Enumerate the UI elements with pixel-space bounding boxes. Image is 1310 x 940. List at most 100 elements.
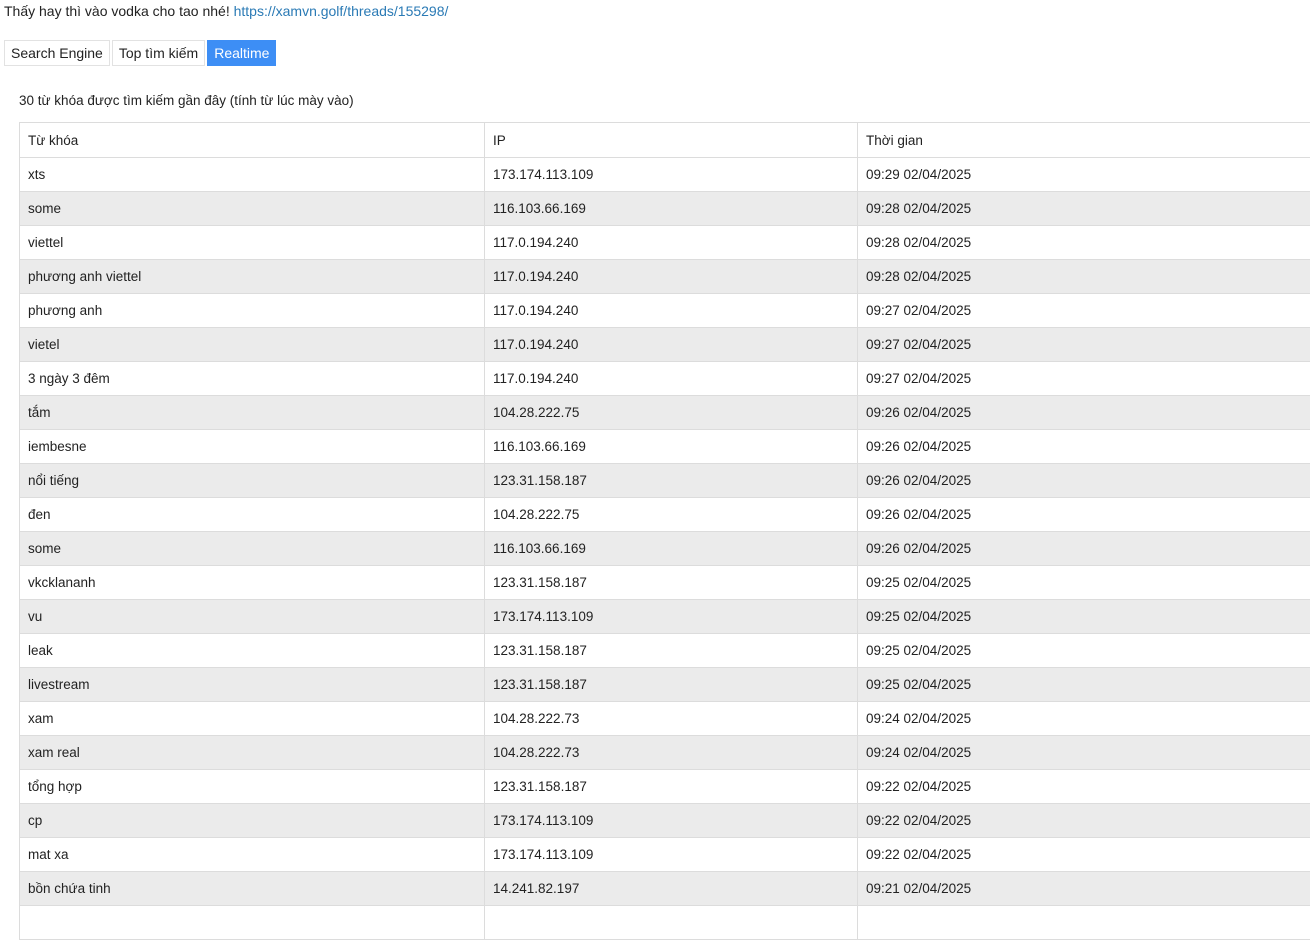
cell-keyword: 3 ngày 3 đêm (20, 362, 485, 396)
cell-ip: 116.103.66.169 (485, 532, 858, 566)
table-row: bồn chứa tinh14.241.82.19709:21 02/04/20… (20, 872, 1310, 906)
table-row: xam104.28.222.7309:24 02/04/2025 (20, 702, 1310, 736)
cell-keyword: phương anh (20, 294, 485, 328)
cell-time: 09:26 02/04/2025 (858, 430, 1310, 464)
table-row: some116.103.66.16909:28 02/04/2025 (20, 192, 1310, 226)
table-row: iembesne116.103.66.16909:26 02/04/2025 (20, 430, 1310, 464)
cell-time: 09:24 02/04/2025 (858, 736, 1310, 770)
cell-time: 09:25 02/04/2025 (858, 600, 1310, 634)
cell-time: 09:21 02/04/2025 (858, 872, 1310, 906)
cell-ip: 123.31.158.187 (485, 634, 858, 668)
cell-keyword: iembesne (20, 430, 485, 464)
promo-link[interactable]: https://xamvn.golf/threads/155298/ (234, 3, 449, 19)
cell-keyword: leak (20, 634, 485, 668)
cell-time: 09:26 02/04/2025 (858, 396, 1310, 430)
table-header-row: Từ khóa IP Thời gian (20, 123, 1310, 158)
cell-time: 09:25 02/04/2025 (858, 566, 1310, 600)
column-header-keyword: Từ khóa (20, 123, 485, 158)
cell-time: 09:28 02/04/2025 (858, 192, 1310, 226)
table-row: cp173.174.113.10909:22 02/04/2025 (20, 804, 1310, 838)
cell-time: 09:29 02/04/2025 (858, 158, 1310, 192)
cell-time: 09:24 02/04/2025 (858, 702, 1310, 736)
cell-ip: 123.31.158.187 (485, 770, 858, 804)
table-row: tổng hợp123.31.158.18709:22 02/04/2025 (20, 770, 1310, 804)
cell-keyword: tắm (20, 396, 485, 430)
cell-ip: 173.174.113.109 (485, 804, 858, 838)
cell-keyword: nổi tiếng (20, 464, 485, 498)
cell-keyword (20, 906, 485, 940)
cell-time: 09:22 02/04/2025 (858, 838, 1310, 872)
table-row: vu173.174.113.10909:25 02/04/2025 (20, 600, 1310, 634)
cell-keyword: some (20, 532, 485, 566)
cell-keyword: mat xa (20, 838, 485, 872)
column-header-ip: IP (485, 123, 858, 158)
realtime-table-container: Từ khóa IP Thời gian xts173.174.113.1090… (19, 122, 1310, 940)
cell-ip: 123.31.158.187 (485, 668, 858, 702)
cell-time: 09:26 02/04/2025 (858, 532, 1310, 566)
table-row: mat xa173.174.113.10909:22 02/04/2025 (20, 838, 1310, 872)
tab-realtime[interactable]: Realtime (207, 40, 276, 66)
table-row: 3 ngày 3 đêm117.0.194.24009:27 02/04/202… (20, 362, 1310, 396)
cell-ip (485, 906, 858, 940)
cell-keyword: đen (20, 498, 485, 532)
cell-ip: 117.0.194.240 (485, 328, 858, 362)
cell-keyword: vietel (20, 328, 485, 362)
cell-keyword: xam (20, 702, 485, 736)
cell-time: 09:28 02/04/2025 (858, 226, 1310, 260)
cell-keyword: phương anh viettel (20, 260, 485, 294)
table-row: vietel117.0.194.24009:27 02/04/2025 (20, 328, 1310, 362)
cell-time: 09:27 02/04/2025 (858, 294, 1310, 328)
cell-ip: 104.28.222.75 (485, 396, 858, 430)
cell-time: 09:28 02/04/2025 (858, 260, 1310, 294)
cell-ip: 173.174.113.109 (485, 838, 858, 872)
table-row: phương anh viettel117.0.194.24009:28 02/… (20, 260, 1310, 294)
cell-time: 09:25 02/04/2025 (858, 634, 1310, 668)
cell-ip: 117.0.194.240 (485, 294, 858, 328)
table-row: đen104.28.222.7509:26 02/04/2025 (20, 498, 1310, 532)
table-row: livestream123.31.158.18709:25 02/04/2025 (20, 668, 1310, 702)
section-subtitle: 30 từ khóa được tìm kiếm gần đây (tính t… (19, 92, 354, 110)
table-row: leak123.31.158.18709:25 02/04/2025 (20, 634, 1310, 668)
cell-time: 09:22 02/04/2025 (858, 770, 1310, 804)
cell-ip: 14.241.82.197 (485, 872, 858, 906)
promo-banner: Thấy hay thì vào vodka cho tao nhé! http… (4, 2, 448, 20)
table-row: phương anh117.0.194.24009:27 02/04/2025 (20, 294, 1310, 328)
cell-time: 09:22 02/04/2025 (858, 804, 1310, 838)
cell-ip: 173.174.113.109 (485, 158, 858, 192)
table-body: xts173.174.113.10909:29 02/04/2025some11… (20, 158, 1310, 940)
cell-time: 09:27 02/04/2025 (858, 362, 1310, 396)
column-header-time: Thời gian (858, 123, 1310, 158)
cell-keyword: vu (20, 600, 485, 634)
cell-time (858, 906, 1310, 940)
cell-keyword: tổng hợp (20, 770, 485, 804)
tab-search-engine[interactable]: Search Engine (4, 40, 110, 66)
cell-ip: 116.103.66.169 (485, 430, 858, 464)
cell-ip: 117.0.194.240 (485, 260, 858, 294)
promo-text: Thấy hay thì vào vodka cho tao nhé! (4, 3, 234, 19)
cell-ip: 117.0.194.240 (485, 362, 858, 396)
cell-ip: 117.0.194.240 (485, 226, 858, 260)
tab-top-tim-kiem[interactable]: Top tìm kiếm (112, 40, 205, 66)
cell-keyword: xts (20, 158, 485, 192)
cell-time: 09:26 02/04/2025 (858, 498, 1310, 532)
table-row: xts173.174.113.10909:29 02/04/2025 (20, 158, 1310, 192)
table-row: nổi tiếng123.31.158.18709:26 02/04/2025 (20, 464, 1310, 498)
table-row: viettel117.0.194.24009:28 02/04/2025 (20, 226, 1310, 260)
cell-time: 09:27 02/04/2025 (858, 328, 1310, 362)
cell-time: 09:25 02/04/2025 (858, 668, 1310, 702)
table-row: vkcklananh123.31.158.18709:25 02/04/2025 (20, 566, 1310, 600)
cell-keyword: vkcklananh (20, 566, 485, 600)
cell-keyword: livestream (20, 668, 485, 702)
cell-keyword: xam real (20, 736, 485, 770)
cell-time: 09:26 02/04/2025 (858, 464, 1310, 498)
cell-ip: 104.28.222.73 (485, 736, 858, 770)
cell-ip: 116.103.66.169 (485, 192, 858, 226)
tab-bar: Search Engine Top tìm kiếm Realtime (4, 40, 278, 66)
cell-ip: 104.28.222.73 (485, 702, 858, 736)
table-row: some116.103.66.16909:26 02/04/2025 (20, 532, 1310, 566)
cell-ip: 104.28.222.75 (485, 498, 858, 532)
cell-ip: 173.174.113.109 (485, 600, 858, 634)
cell-ip: 123.31.158.187 (485, 566, 858, 600)
table-row: xam real104.28.222.7309:24 02/04/2025 (20, 736, 1310, 770)
cell-keyword: viettel (20, 226, 485, 260)
